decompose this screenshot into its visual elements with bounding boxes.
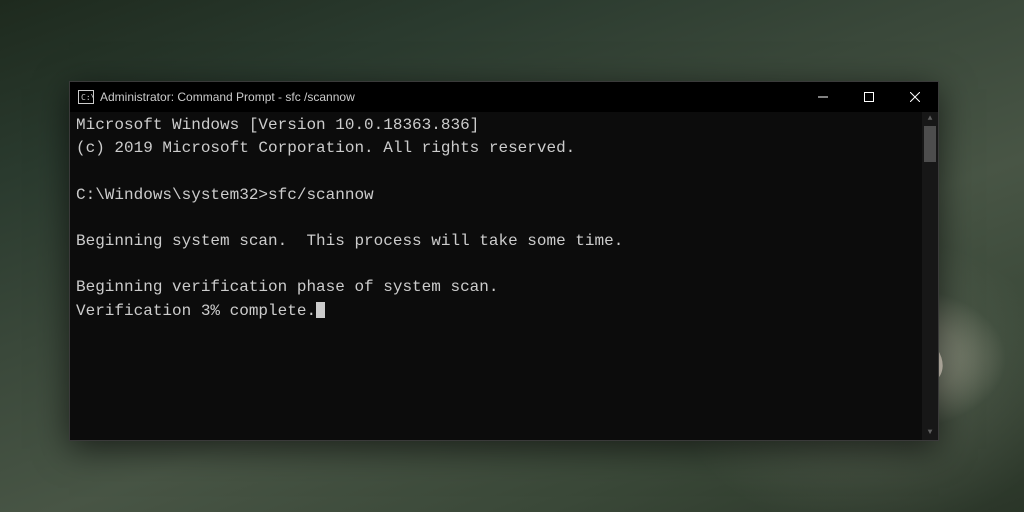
terminal-cursor — [316, 302, 325, 318]
terminal-output[interactable]: Microsoft Windows [Version 10.0.18363.83… — [70, 112, 938, 440]
scroll-up-arrow[interactable]: ▲ — [922, 112, 938, 126]
scrollbar-thumb[interactable] — [924, 126, 936, 162]
copyright-line: (c) 2019 Microsoft Corporation. All righ… — [76, 137, 932, 160]
minimize-button[interactable] — [800, 82, 846, 112]
scroll-down-arrow[interactable]: ▼ — [922, 426, 938, 440]
verify-progress-line: Verification 3% complete. — [76, 300, 932, 323]
close-button[interactable] — [892, 82, 938, 112]
vertical-scrollbar[interactable]: ▲ ▼ — [922, 112, 938, 440]
maximize-button[interactable] — [846, 82, 892, 112]
blank-line — [76, 253, 932, 276]
scan-begin-line: Beginning system scan. This process will… — [76, 230, 932, 253]
window-title: Administrator: Command Prompt - sfc /sca… — [100, 90, 800, 104]
window-controls — [800, 82, 938, 112]
svg-text:C:\: C:\ — [81, 93, 94, 102]
command-prompt-icon: C:\ — [78, 90, 94, 104]
verify-begin-line: Beginning verification phase of system s… — [76, 276, 932, 299]
blank-line — [76, 207, 932, 230]
titlebar[interactable]: C:\ Administrator: Command Prompt - sfc … — [70, 82, 938, 112]
prompt-line: C:\Windows\system32>sfc/scannow — [76, 184, 932, 207]
version-line: Microsoft Windows [Version 10.0.18363.83… — [76, 114, 932, 137]
blank-line — [76, 160, 932, 183]
command-prompt-window: C:\ Administrator: Command Prompt - sfc … — [69, 81, 939, 441]
